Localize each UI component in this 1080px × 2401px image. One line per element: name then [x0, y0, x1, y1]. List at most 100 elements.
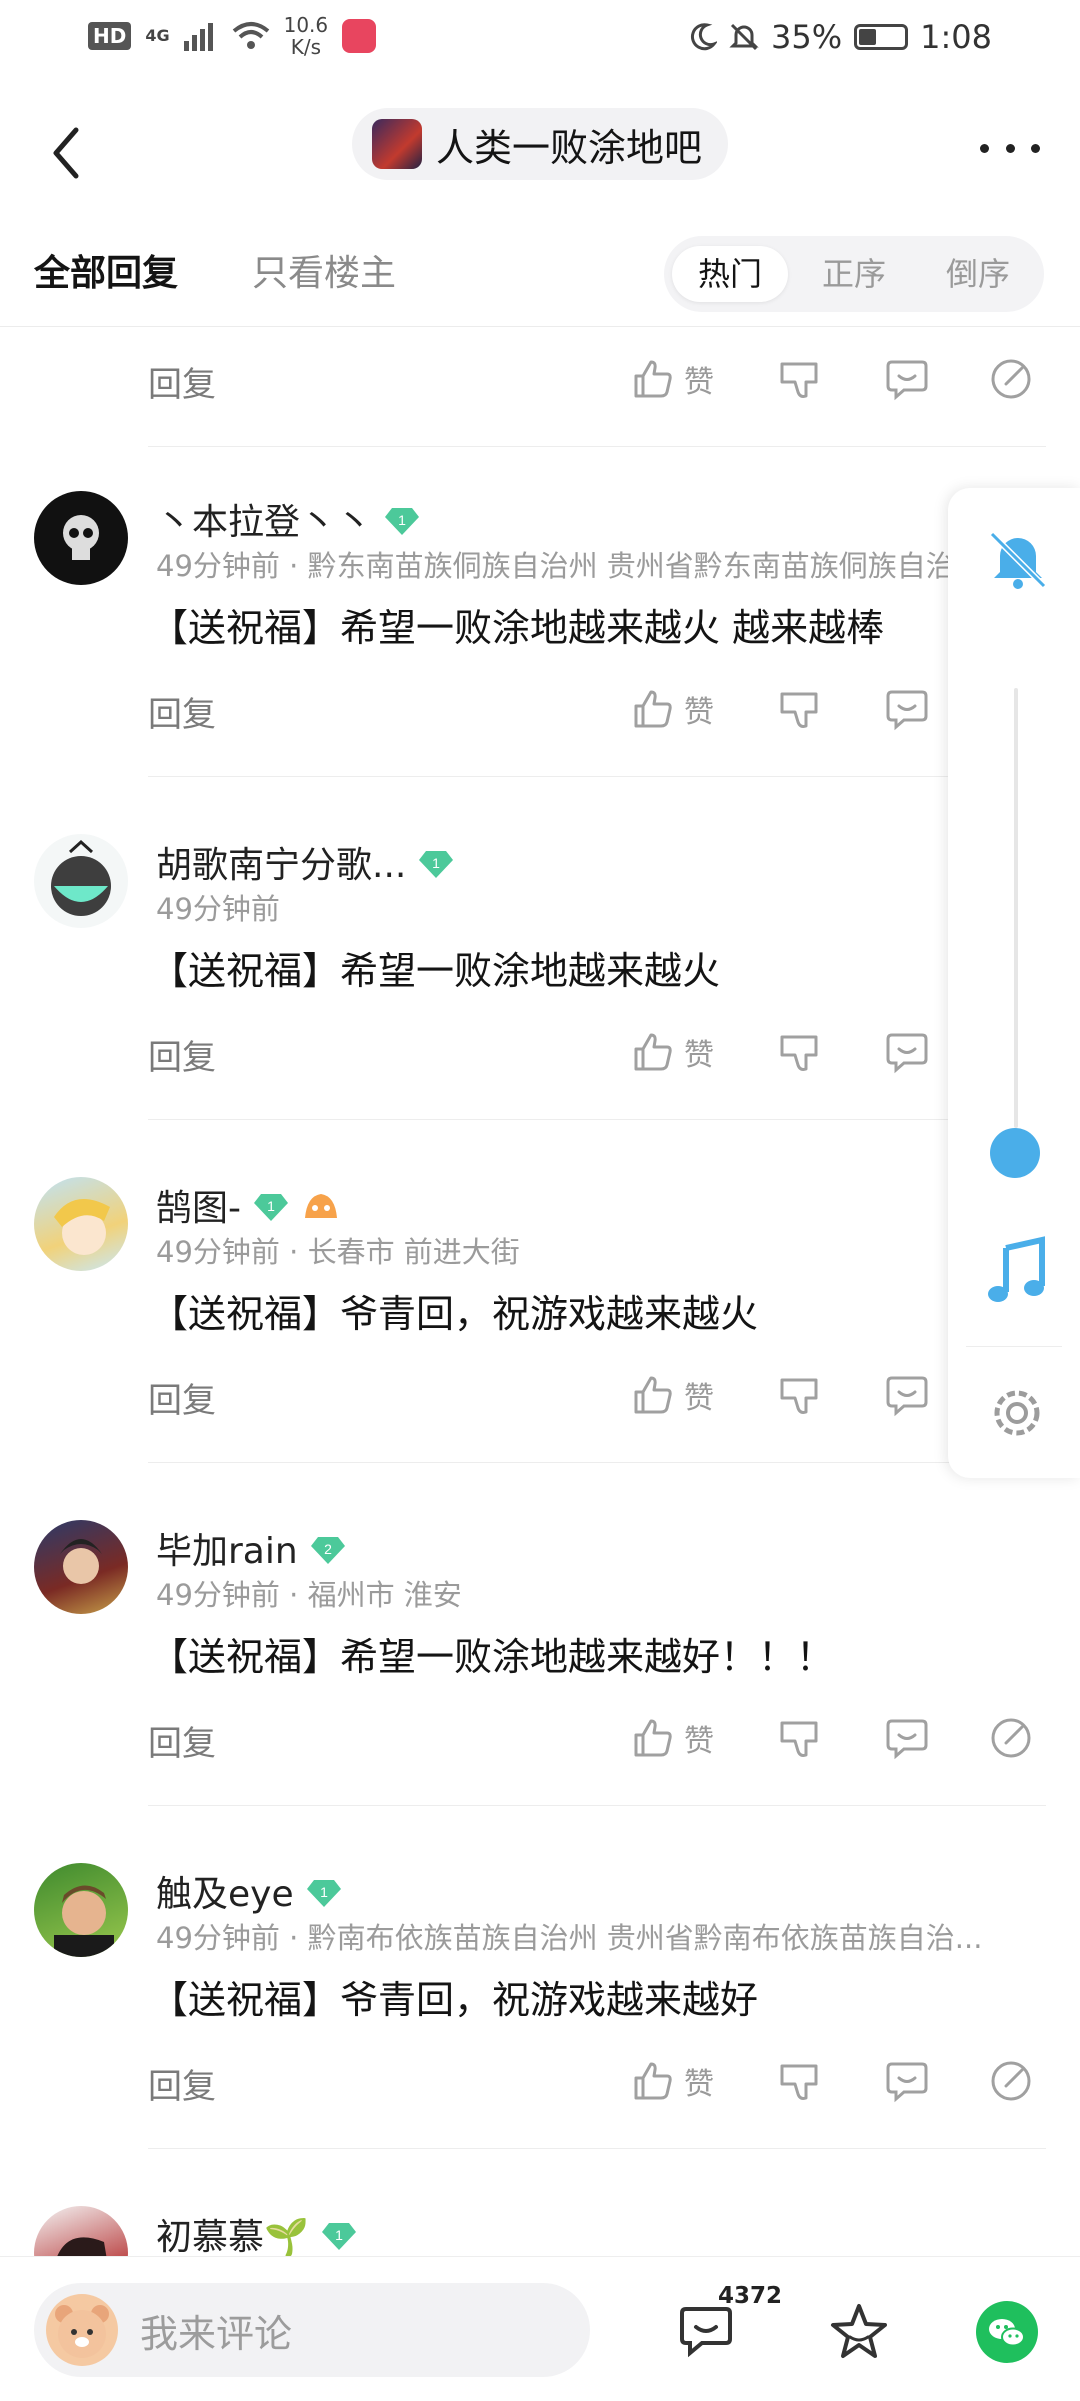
favorite-button[interactable]	[828, 2301, 890, 2363]
comment-button[interactable]	[884, 1371, 930, 1419]
avatar[interactable]	[34, 1520, 128, 1614]
diamond-icon: 1	[306, 1880, 341, 1907]
meta-dot: ·	[279, 549, 308, 583]
username[interactable]: 触及eye 1	[156, 1865, 342, 1917]
thumbs-up-icon	[634, 2062, 672, 2100]
comments-button[interactable]	[676, 2301, 736, 2361]
mute-notification-button[interactable]	[986, 528, 1050, 592]
comment-item: 丶本拉登丶丶 1 49分钟前 · 黔东南苗族侗族自治州 贵州省黔东南苗族侗族自治…	[0, 447, 1080, 790]
comment-actions: 回复 赞	[0, 1686, 1080, 1806]
thumbs-down-icon	[780, 2064, 818, 2100]
thumbs-up-icon	[634, 1376, 672, 1414]
volume-slider-track[interactable]	[1014, 688, 1018, 1128]
settings-button[interactable]	[986, 1382, 1048, 1444]
comment-text: 【送祝福】爷青回，祝游戏越来越火	[150, 1292, 759, 1336]
comment-input[interactable]: 我来评论	[34, 2283, 590, 2377]
battery-percent: 35%	[771, 18, 843, 56]
avatar[interactable]	[34, 834, 128, 928]
comment-actions: 回复 赞	[0, 2029, 1080, 2149]
comment-bubble-icon	[680, 2307, 732, 2358]
dislike-button[interactable]	[776, 685, 822, 733]
sort-ascending[interactable]: 正序	[796, 246, 912, 302]
username-text: 毕加rain	[156, 1531, 298, 1572]
username[interactable]: 鹄图- 1	[156, 1179, 341, 1231]
hd-icon: HD	[88, 22, 132, 50]
reply-button[interactable]: 回复	[148, 1716, 216, 1765]
reply-button[interactable]: 回复	[148, 1030, 216, 1079]
comment-placeholder: 我来评论	[140, 2311, 293, 2356]
comment-button[interactable]	[884, 685, 930, 733]
gear-icon	[994, 1390, 1040, 1436]
comment-button[interactable]	[884, 355, 930, 403]
anime-avatar-icon	[54, 1199, 110, 1255]
tab-owner-only[interactable]: 只看楼主	[252, 244, 396, 296]
skull-avatar-icon	[63, 515, 99, 560]
level-badge: 1	[306, 1876, 342, 1907]
chevron-left-icon	[53, 127, 79, 179]
signal-icon	[183, 23, 213, 51]
like-button[interactable]: 赞	[630, 685, 714, 733]
avatar[interactable]	[34, 1863, 128, 1957]
clock: 1:08	[920, 18, 992, 56]
comment-meta: 49分钟前 · 黔南布依族苗族自治州 贵州省黔南布依族苗族自治...	[156, 1915, 1046, 1957]
comment-button[interactable]	[884, 1714, 930, 1762]
comment-bubble-icon	[886, 690, 928, 731]
reply-button[interactable]: 回复	[148, 687, 216, 736]
wechat-share-button[interactable]	[976, 2301, 1038, 2363]
dislike-button[interactable]	[776, 1028, 822, 1076]
mute-bell-icon	[729, 23, 759, 51]
like-button[interactable]: 赞	[630, 1028, 714, 1076]
like-button[interactable]: 赞	[630, 1714, 714, 1762]
like-button[interactable]: 赞	[630, 1371, 714, 1419]
share-button[interactable]	[988, 2057, 1034, 2105]
net-speed: 10.6 K/s	[284, 14, 329, 58]
moon-icon	[691, 23, 718, 51]
username-text: 胡歌南宁分歌...	[156, 845, 407, 886]
share-button[interactable]	[988, 355, 1034, 403]
diamond-icon: 1	[419, 851, 454, 878]
sort-hot[interactable]: 热门	[672, 246, 788, 302]
username[interactable]: 初慕慕🌱 1	[156, 2208, 357, 2260]
comment-time: 49分钟前	[156, 549, 280, 583]
comment-item: 触及eye 1 49分钟前 · 黔南布依族苗族自治州 贵州省黔南布依族苗族自治.…	[0, 1819, 1080, 2162]
reply-button[interactable]: 回复	[148, 2059, 216, 2108]
forum-title-pill[interactable]: 人类一败涂地吧	[352, 108, 728, 180]
avatar[interactable]	[34, 1177, 128, 1271]
dislike-button[interactable]	[776, 1371, 822, 1419]
comment-text: 【送祝福】希望一败涂地越来越火 越来越棒	[150, 606, 885, 650]
dislike-button[interactable]	[776, 1714, 822, 1762]
volume-slider-knob[interactable]	[990, 1128, 1040, 1178]
avatar[interactable]	[34, 491, 128, 585]
dislike-button[interactable]	[776, 355, 822, 403]
reply-button[interactable]: 回复	[148, 1373, 216, 1422]
more-dot-icon	[1005, 143, 1015, 153]
thumbs-down-icon	[780, 1721, 818, 1757]
comment-meta: 49分钟前 · 长春市 前进大街	[156, 1229, 1046, 1271]
username-text: 丶本拉登丶丶	[156, 502, 373, 543]
dislike-button[interactable]	[776, 2057, 822, 2105]
comment-button[interactable]	[884, 1028, 930, 1076]
comment-item: 毕加rain 2 49分钟前 · 福州市 淮安 【送祝福】希望一败涂地越来越好！…	[0, 1476, 1080, 1819]
username-text: 初慕慕🌱	[156, 2217, 309, 2258]
share-edit-icon	[991, 1718, 1031, 1758]
share-button[interactable]	[988, 1714, 1034, 1762]
more-menu-button[interactable]	[980, 128, 1040, 168]
music-button[interactable]	[984, 1236, 1048, 1306]
comment-location: 黔南布依族苗族自治州 贵州省黔南布依族苗族自治...	[307, 1921, 983, 1955]
username[interactable]: 丶本拉登丶丶 1	[156, 493, 420, 545]
like-button[interactable]: 赞	[630, 2057, 714, 2105]
back-button[interactable]	[40, 118, 100, 188]
thumbs-down-icon	[780, 362, 818, 398]
thumbs-up-icon	[634, 1719, 672, 1757]
username[interactable]: 毕加rain 2	[156, 1522, 346, 1574]
username[interactable]: 胡歌南宁分歌... 1	[156, 836, 454, 888]
like-button[interactable]: 赞	[630, 355, 714, 403]
level-number: 1	[335, 2227, 343, 2243]
divider	[148, 1805, 1046, 1806]
reply-button[interactable]: 回复	[148, 357, 216, 406]
mute-bell-icon	[989, 531, 1047, 589]
comment-button[interactable]	[884, 2057, 930, 2105]
sort-descending[interactable]: 倒序	[920, 246, 1036, 302]
tab-all-replies[interactable]: 全部回复	[34, 244, 178, 296]
thumbs-up-icon	[634, 1033, 672, 1071]
